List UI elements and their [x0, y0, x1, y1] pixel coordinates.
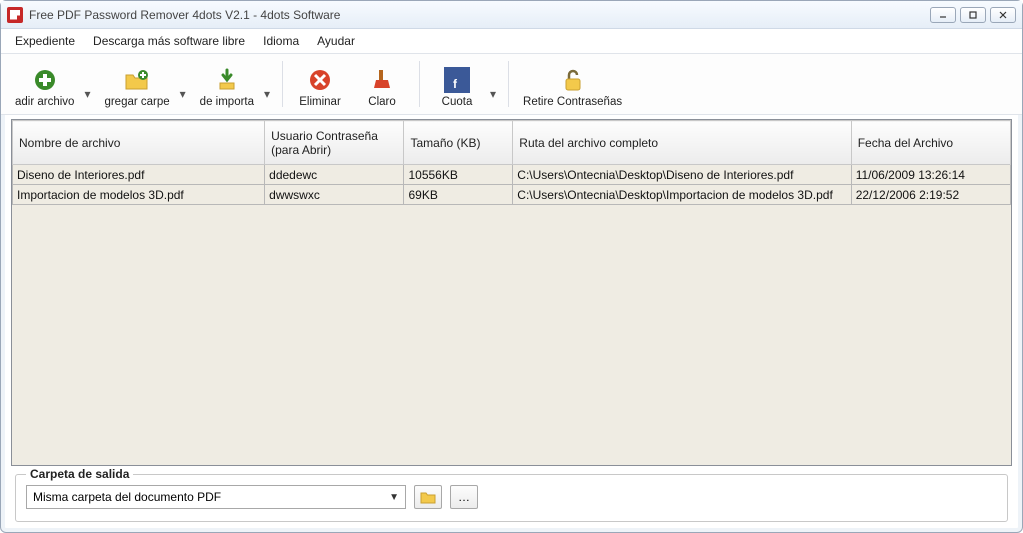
open-folder-button[interactable]: [414, 485, 442, 509]
quota-button[interactable]: f Cuota: [428, 56, 486, 112]
import-dropdown[interactable]: ▾: [264, 67, 274, 101]
content-area: Nombre de archivo Usuario Contraseña (pa…: [1, 115, 1022, 466]
col-path[interactable]: Ruta del archivo completo: [513, 121, 851, 165]
delete-label: Eliminar: [299, 96, 341, 108]
add-file-dropdown[interactable]: ▾: [84, 67, 94, 101]
chevron-down-icon: ▼: [389, 492, 399, 503]
menu-file[interactable]: Expediente: [15, 34, 75, 48]
col-filename[interactable]: Nombre de archivo: [13, 121, 265, 165]
delete-button[interactable]: Eliminar: [291, 56, 349, 112]
clear-icon: [368, 66, 396, 94]
browse-button[interactable]: …: [450, 485, 478, 509]
quota-label: Cuota: [442, 96, 473, 108]
folder-icon: [420, 490, 436, 504]
toolbar-separator: [419, 61, 420, 107]
import-label: de importa: [200, 96, 254, 108]
cell-date: 22/12/2006 2:19:52: [851, 185, 1010, 205]
remove-passwords-button[interactable]: Retire Contraseñas: [517, 56, 628, 112]
table-row[interactable]: Diseno de Interiores.pdf ddedewc 10556KB…: [13, 165, 1011, 185]
unlock-icon: [559, 66, 587, 94]
menu-language[interactable]: Idioma: [263, 34, 299, 48]
footer: Carpeta de salida Misma carpeta del docu…: [1, 466, 1022, 532]
output-folder-combo[interactable]: Misma carpeta del documento PDF ▼: [26, 485, 406, 509]
cell-size: 10556KB: [404, 165, 513, 185]
toolbar-separator: [508, 61, 509, 107]
col-date[interactable]: Fecha del Archivo: [851, 121, 1010, 165]
table-row[interactable]: Importacion de modelos 3D.pdf dwwswxc 69…: [13, 185, 1011, 205]
cell-password: ddedewc: [265, 165, 404, 185]
toolbar: adir archivo ▾ gregar carpe ▾ de importa…: [1, 53, 1022, 115]
col-size[interactable]: Tamaño (KB): [404, 121, 513, 165]
cell-date: 11/06/2009 13:26:14: [851, 165, 1010, 185]
titlebar: Free PDF Password Remover 4dots V2.1 - 4…: [1, 1, 1022, 29]
file-grid[interactable]: Nombre de archivo Usuario Contraseña (pa…: [11, 119, 1012, 466]
remove-passwords-label: Retire Contraseñas: [523, 96, 622, 108]
file-table: Nombre de archivo Usuario Contraseña (pa…: [12, 120, 1011, 205]
app-icon: [7, 7, 23, 23]
col-password[interactable]: Usuario Contraseña (para Abrir): [265, 121, 404, 165]
clear-button[interactable]: Claro: [353, 56, 411, 112]
toolbar-separator: [282, 61, 283, 107]
add-folder-icon: [123, 66, 151, 94]
cell-filename: Importacion de modelos 3D.pdf: [13, 185, 265, 205]
maximize-button[interactable]: [960, 7, 986, 23]
add-folder-label: gregar carpe: [104, 96, 169, 108]
cell-filename: Diseno de Interiores.pdf: [13, 165, 265, 185]
close-button[interactable]: [990, 7, 1016, 23]
cell-password: dwwswxc: [265, 185, 404, 205]
menu-help[interactable]: Ayudar: [317, 34, 355, 48]
facebook-icon: f: [443, 66, 471, 94]
clear-label: Claro: [368, 96, 395, 108]
minimize-button[interactable]: [930, 7, 956, 23]
add-file-label: adir archivo: [15, 96, 74, 108]
menu-download[interactable]: Descarga más software libre: [93, 34, 245, 48]
cell-size: 69KB: [404, 185, 513, 205]
delete-icon: [306, 66, 334, 94]
output-folder-value: Misma carpeta del documento PDF: [33, 490, 221, 504]
add-file-icon: [31, 66, 59, 94]
quota-dropdown[interactable]: ▾: [490, 67, 500, 101]
add-file-button[interactable]: adir archivo: [9, 56, 80, 112]
cell-path: C:\Users\Ontecnia\Desktop\Diseno de Inte…: [513, 165, 851, 185]
import-button[interactable]: de importa: [194, 56, 260, 112]
ellipsis-icon: …: [458, 490, 470, 504]
import-icon: [213, 66, 241, 94]
menubar: Expediente Descarga más software libre I…: [1, 29, 1022, 53]
output-folder-legend: Carpeta de salida: [26, 467, 133, 481]
add-folder-button[interactable]: gregar carpe: [98, 56, 175, 112]
add-folder-dropdown[interactable]: ▾: [180, 67, 190, 101]
cell-path: C:\Users\Ontecnia\Desktop\Importacion de…: [513, 185, 851, 205]
app-window: Free PDF Password Remover 4dots V2.1 - 4…: [0, 0, 1023, 533]
output-folder-group: Carpeta de salida Misma carpeta del docu…: [15, 474, 1008, 522]
window-title: Free PDF Password Remover 4dots V2.1 - 4…: [29, 8, 340, 22]
